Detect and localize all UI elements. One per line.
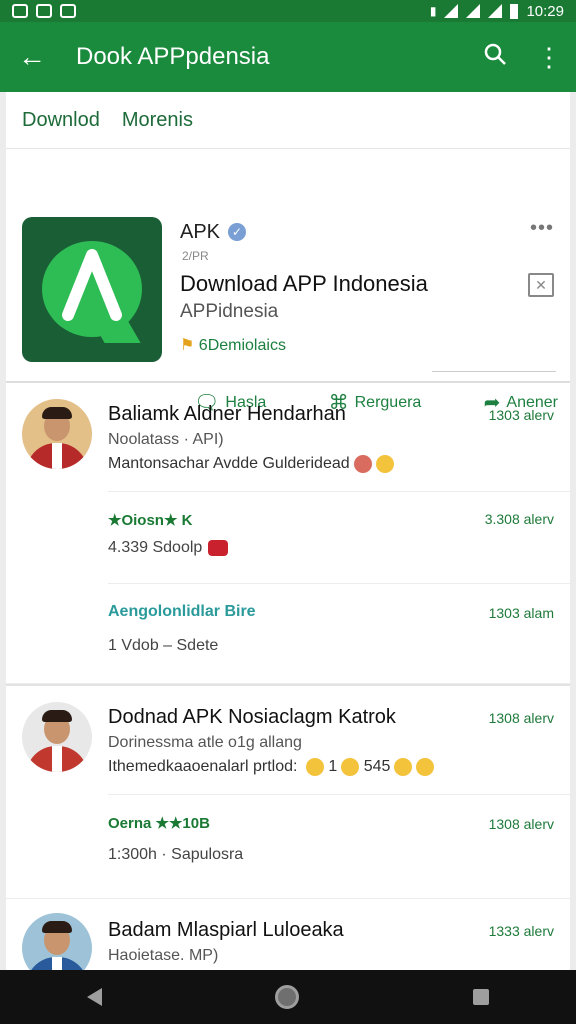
emoji-icon — [341, 758, 360, 776]
divider — [108, 794, 570, 795]
battery-icon — [510, 3, 519, 19]
dismiss-icon[interactable]: ✕ — [528, 273, 554, 297]
divider — [108, 491, 570, 492]
more-options-icon[interactable]: ••• — [530, 217, 554, 240]
review-text-body: Mantonsachar Avdde Gulderidead — [108, 455, 350, 473]
reply-sub-text: 4.339 Sdoolp — [108, 539, 203, 556]
app-logo-mark — [62, 249, 122, 321]
review-author: Dodnad APK Nosiaclagm Katrok — [108, 706, 396, 728]
home-icon[interactable] — [275, 985, 300, 1009]
app-logo — [22, 217, 162, 362]
app-bar: ← Dook APPpdensia ⋮ — [0, 22, 576, 92]
avatar — [22, 913, 92, 970]
review-item[interactable]: Baliamk Aldner Hendarhan 1303 alerv Nool… — [6, 383, 570, 684]
back-icon[interactable] — [86, 988, 102, 1006]
link-sub: 1 Vdob – Sdete — [108, 637, 219, 654]
download-count: 6Demiolaics — [198, 337, 286, 354]
signal-icon — [466, 4, 481, 18]
reply-sub: 1:300h · Sapulosra — [108, 846, 244, 863]
review-meta: Haoietase. MP) — [108, 947, 219, 964]
review-item[interactable]: Dodnad APK Nosiaclagm Katrok 1308 alerv … — [6, 686, 570, 899]
download-star-icon: ⚑ — [180, 337, 195, 354]
signal2-icon — [488, 4, 503, 18]
emoji-icon — [375, 455, 394, 473]
reply-link[interactable]: Aengolonlidlar Bire — [108, 603, 256, 621]
recents-icon[interactable] — [473, 989, 490, 1005]
can-icon — [208, 539, 229, 556]
breadcrumb-item[interactable]: Downlod — [22, 109, 100, 132]
search-icon[interactable] — [468, 42, 522, 73]
status-bar: ▮ 10:29 — [0, 0, 576, 22]
review-item[interactable]: Badam Mlaspiarl Luloeaka 1333 alerv Haoi… — [6, 899, 570, 970]
avatar — [22, 399, 92, 469]
emoji-icon — [353, 455, 372, 473]
overflow-menu-icon[interactable]: ⋮ — [522, 42, 576, 73]
status-time: 10:29 — [526, 2, 564, 20]
link-time: 1303 alam — [488, 605, 554, 621]
emoji-icon — [305, 758, 324, 776]
reply-rating: ★Oiosn★ K — [108, 512, 193, 529]
review-text-body: Ithemedkaaoenalarl prtlod: — [108, 758, 302, 776]
app-downloads: ⚑ 6Demiolaics — [180, 335, 286, 355]
notification-icon — [36, 4, 52, 18]
review-time: 1333 alerv — [488, 923, 554, 939]
gallery-icon — [12, 4, 28, 18]
review-meta: Dorinessma atle o1g allang — [108, 734, 302, 751]
reply-time: 1308 alerv — [488, 816, 554, 832]
app-name: Download APP Indonesia — [180, 271, 428, 296]
reply-rating: Oerna ★★10B — [108, 815, 210, 832]
reply-time: 3.308 alerv — [484, 511, 554, 527]
divider — [108, 583, 570, 584]
app-badge: APK — [180, 221, 221, 243]
review-text: Ithemedkaaoenalarl prtlod: 1 545 — [108, 758, 435, 776]
avatar — [22, 702, 92, 772]
wifi-icon — [444, 4, 459, 18]
vibrate-icon: ▮ — [429, 4, 437, 18]
breadcrumb-item[interactable]: Morenis — [122, 109, 193, 132]
review-author: Baliamk Aldner Hendarhan — [108, 403, 346, 425]
emoji-icon — [394, 758, 413, 776]
system-nav-bar — [0, 970, 576, 1024]
review-text: Mantonsachar Avdde Gulderidead — [108, 455, 394, 473]
review-meta: Noolatass · API) — [108, 431, 224, 448]
breadcrumb: Downlod Morenis — [6, 92, 570, 149]
reply-sub: 4.339 Sdoolp — [108, 539, 229, 557]
back-arrow-icon[interactable]: ← — [0, 41, 64, 73]
verified-icon: ✓ — [228, 223, 246, 241]
content-sheet: Downlod Morenis APK ✓ ••• 2/PR Download … — [6, 92, 570, 970]
review-author: Badam Mlaspiarl Luloeaka — [108, 919, 344, 941]
review-count: 1 — [328, 758, 338, 776]
app-small-label: 2/PR — [182, 249, 209, 263]
review-time: 1308 alerv — [488, 710, 554, 726]
app-bar-title: Dook APPpdensia — [76, 43, 270, 70]
divider — [432, 371, 556, 372]
app-publisher[interactable]: APPidnesia — [180, 301, 278, 323]
car-icon — [60, 4, 76, 18]
app-card: APK ✓ ••• 2/PR Download APP Indonesia AP… — [6, 149, 570, 414]
review-time: 1303 alerv — [488, 407, 554, 423]
emoji-icon — [416, 758, 435, 776]
review-count: 545 — [363, 758, 391, 776]
